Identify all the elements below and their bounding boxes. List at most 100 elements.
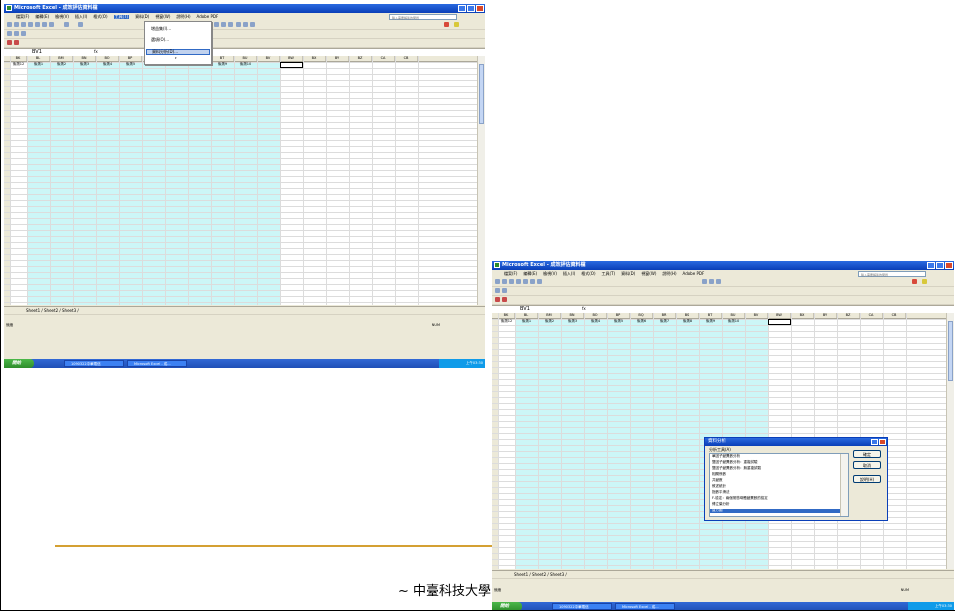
vertical-scrollbar[interactable]	[946, 313, 954, 569]
open-icon[interactable]	[14, 22, 19, 27]
cell-header[interactable]: 後測3	[561, 319, 584, 324]
paste-icon[interactable]	[49, 22, 54, 27]
maximize-icon[interactable]	[936, 262, 944, 269]
list-item[interactable]: 敘述統計	[712, 484, 726, 489]
new-icon[interactable]	[7, 22, 12, 27]
scroll-thumb[interactable]	[948, 321, 953, 381]
sheet-tab-list[interactable]: Sheet1 / Sheet2 / Sheet3 /	[514, 572, 567, 577]
fx-icon[interactable]: fx	[582, 306, 586, 312]
col-header[interactable]: BV	[257, 56, 280, 61]
align-center-icon[interactable]	[243, 22, 248, 27]
cell-header[interactable]: 後測1	[515, 319, 538, 324]
col-header[interactable]: CA	[860, 313, 883, 318]
undo-icon[interactable]	[64, 22, 69, 27]
taskbar-item-excel[interactable]: Microsoft Excel - 成...	[615, 603, 675, 610]
start-button[interactable]: 開始	[4, 359, 34, 368]
close-icon[interactable]	[476, 5, 484, 12]
cell-header[interactable]: 後測5	[607, 319, 630, 324]
selected-cell[interactable]	[768, 319, 791, 325]
col-header[interactable]: CB	[883, 313, 906, 318]
menu-file[interactable]: 檔案(F)	[504, 272, 517, 276]
toolbar-icon[interactable]	[495, 297, 500, 302]
cell-header[interactable]: 後測5	[119, 62, 142, 67]
col-header[interactable]: BO	[584, 313, 607, 318]
print-icon[interactable]	[28, 22, 33, 27]
cell-header[interactable]: 後測6	[630, 319, 653, 324]
menu-adobe-pdf[interactable]: Adobe PDF	[197, 15, 219, 19]
cell-header[interactable]: 後測2	[50, 62, 73, 67]
bold-icon[interactable]	[702, 279, 707, 284]
menu-view[interactable]: 檢視(V)	[55, 15, 69, 19]
selected-cell[interactable]	[280, 62, 303, 68]
save-icon[interactable]	[21, 22, 26, 27]
col-header[interactable]: BZ	[349, 56, 372, 61]
close-icon[interactable]	[945, 262, 953, 269]
menu-view[interactable]: 檢視(V)	[543, 272, 557, 276]
menu-data[interactable]: 資料(D)	[135, 15, 149, 19]
cell-header[interactable]: 後測8	[676, 319, 699, 324]
maximize-icon[interactable]	[467, 5, 475, 12]
cut-icon[interactable]	[35, 22, 40, 27]
save-icon[interactable]	[509, 279, 514, 284]
sheet-tabs[interactable]: Sheet1 / Sheet2 / Sheet3 /	[492, 570, 954, 578]
col-header[interactable]: CB	[395, 56, 418, 61]
col-header[interactable]: BZ	[837, 313, 860, 318]
menu-adobe-pdf[interactable]: Adobe PDF	[683, 272, 705, 276]
bold-icon[interactable]	[214, 22, 219, 27]
underline-icon[interactable]	[228, 22, 233, 27]
col-header[interactable]: BT	[211, 56, 234, 61]
col-header[interactable]: BU	[722, 313, 745, 318]
name-box[interactable]: BV1	[502, 306, 552, 312]
col-header[interactable]: BW	[768, 313, 791, 318]
help-button[interactable]: 說明(H)	[853, 475, 881, 483]
cell-header[interactable]: 後測7	[653, 319, 676, 324]
col-header[interactable]: BL	[515, 313, 538, 318]
menu-item-data-analysis[interactable]: 資料分析(D)...	[146, 49, 210, 55]
col-header[interactable]: BK	[10, 56, 27, 61]
col-header[interactable]: BR	[653, 313, 676, 318]
menu-help[interactable]: 說明(H)	[176, 15, 190, 19]
col-header[interactable]: BX	[303, 56, 326, 61]
toolbar-icon[interactable]	[7, 40, 12, 45]
col-header[interactable]: BM	[538, 313, 561, 318]
menu-tools[interactable]: 工具(T)	[113, 15, 130, 19]
col-header[interactable]: BV	[745, 313, 768, 318]
pdf-icon[interactable]	[495, 288, 500, 293]
fill-color-icon[interactable]	[454, 22, 459, 27]
minimize-icon[interactable]	[458, 5, 466, 12]
col-header[interactable]: BY	[326, 56, 349, 61]
help-icon[interactable]	[871, 439, 878, 445]
fill-color-icon[interactable]	[922, 279, 927, 284]
analysis-tools-list[interactable]: 單因子變異數分析 雙因子變異數分析：重複試驗 雙因子變異數分析：無重複試驗 相關…	[709, 453, 849, 517]
menu-format[interactable]: 格式(O)	[581, 272, 595, 276]
col-header[interactable]: BS	[676, 313, 699, 318]
menu-file[interactable]: 檔案(F)	[16, 15, 29, 19]
col-header[interactable]: BQ	[630, 313, 653, 318]
italic-icon[interactable]	[709, 279, 714, 284]
list-item[interactable]: 傅立葉分析	[712, 502, 730, 507]
col-header[interactable]: BN	[561, 313, 584, 318]
menu-edit[interactable]: 編輯(E)	[35, 15, 49, 19]
col-header[interactable]: BY	[814, 313, 837, 318]
taskbar-item-folder[interactable]: 1090322中華電信	[64, 360, 124, 367]
menu-data[interactable]: 資料(D)	[621, 272, 635, 276]
list-item-selected[interactable]: 直方圖	[710, 508, 840, 513]
print-icon[interactable]	[516, 279, 521, 284]
close-icon[interactable]	[879, 439, 886, 445]
menu-insert[interactable]: 插入(I)	[75, 15, 87, 19]
align-left-icon[interactable]	[236, 22, 241, 27]
new-icon[interactable]	[495, 279, 500, 284]
worksheet-grid[interactable]: BK BL BM BN BO BP BQ BR BS BT BU BV BW B…	[4, 56, 478, 305]
col-header[interactable]: BK	[498, 313, 515, 318]
scroll-thumb[interactable]	[479, 64, 484, 124]
open-icon[interactable]	[502, 279, 507, 284]
vertical-scrollbar[interactable]	[477, 56, 485, 305]
italic-icon[interactable]	[221, 22, 226, 27]
underline-icon[interactable]	[716, 279, 721, 284]
col-header[interactable]: BL	[27, 56, 50, 61]
cell-header[interactable]: 後測12	[498, 319, 515, 324]
col-header[interactable]: BO	[96, 56, 119, 61]
menu-item-addins[interactable]: 增益集(I)...	[151, 27, 171, 31]
menu-tools[interactable]: 工具(T)	[602, 272, 616, 276]
menu-help[interactable]: 說明(H)	[662, 272, 676, 276]
